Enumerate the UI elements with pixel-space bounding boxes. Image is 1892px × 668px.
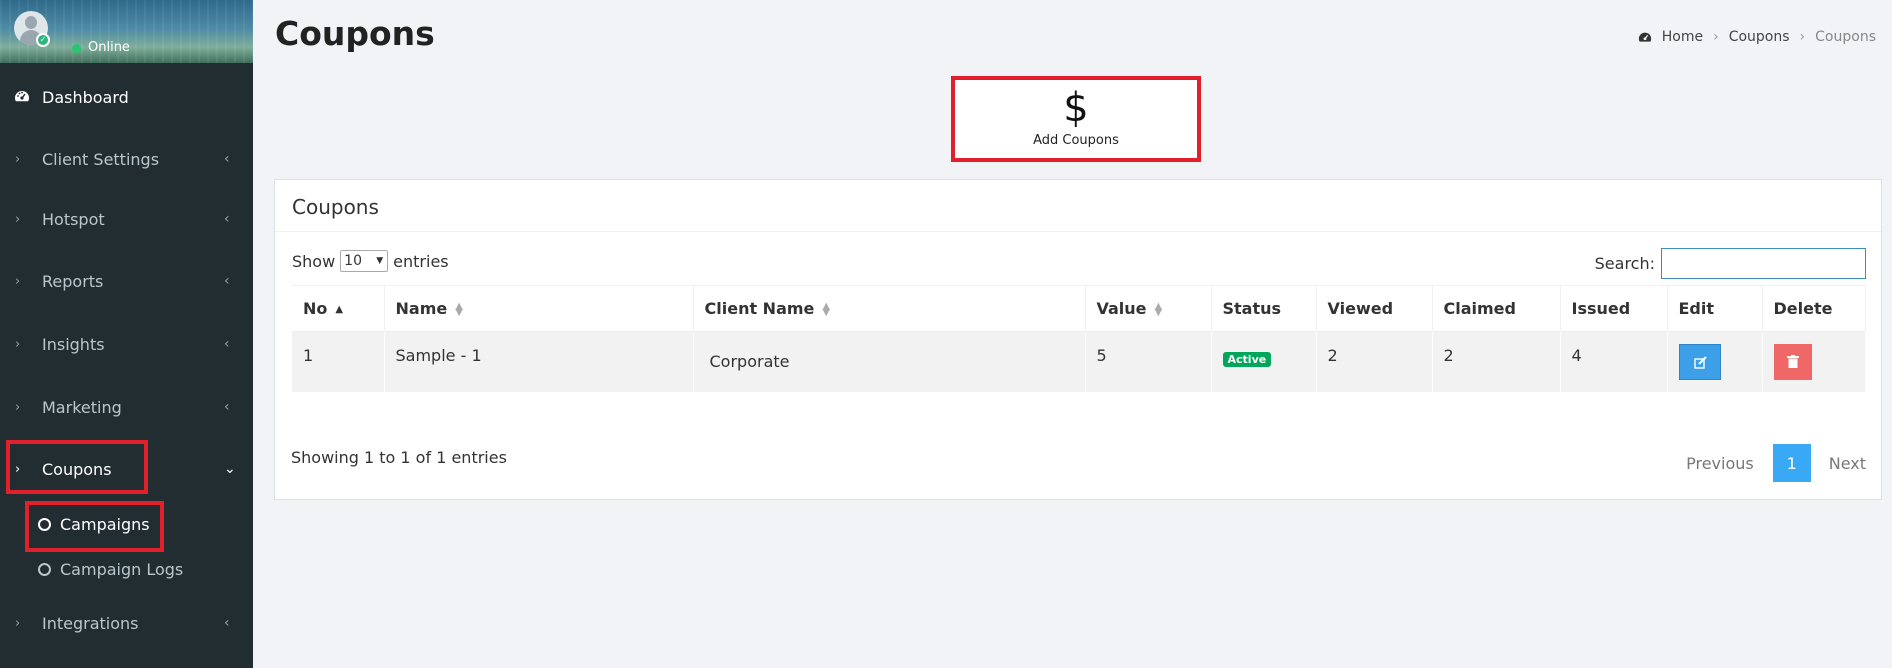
cell-value: 5 xyxy=(1085,331,1212,392)
sidebar-item-reports[interactable]: › Reports ‹ xyxy=(0,261,253,301)
highlight-box-add-coupons xyxy=(951,76,1201,162)
sort-icon: ▲ ▼ xyxy=(455,300,463,318)
angle-down-icon: ⌄ xyxy=(224,461,236,477)
delete-button[interactable] xyxy=(1773,343,1812,380)
previous-page-button[interactable]: Previous xyxy=(1686,454,1754,473)
angle-left-icon: ‹ xyxy=(224,336,230,352)
entries-length-value: 10 xyxy=(344,253,362,269)
show-label: Show xyxy=(292,251,336,271)
cell-issued: 4 xyxy=(1560,331,1668,392)
breadcrumb-home-link[interactable]: Home xyxy=(1662,29,1703,45)
sidebar-item-label: Dashboard xyxy=(42,87,129,107)
angle-left-icon: ‹ xyxy=(224,273,230,289)
column-header-value[interactable]: Value ▲ ▼ xyxy=(1085,285,1212,332)
column-header-client-name[interactable]: Client Name ▲ ▼ xyxy=(693,285,1086,332)
sidebar-item-label: Insights xyxy=(42,334,105,354)
sort-icon: ▲ ▼ xyxy=(1154,300,1163,318)
edit-icon xyxy=(1693,356,1707,369)
angle-left-icon: ‹ xyxy=(224,211,230,227)
pagination: Previous 1 Next xyxy=(1686,444,1866,482)
search-input[interactable] xyxy=(1661,248,1866,279)
cell-no: 1 xyxy=(292,331,385,392)
breadcrumb: Home › Coupons › Coupons xyxy=(1638,29,1876,45)
page-title: Coupons xyxy=(275,14,435,53)
column-header-claimed: Claimed xyxy=(1432,285,1561,332)
sidebar-subitem-campaign-logs[interactable]: Campaign Logs xyxy=(0,552,253,586)
sidebar-item-label: Hotspot xyxy=(42,209,105,229)
search-control: Search: xyxy=(1595,248,1866,279)
edit-button[interactable] xyxy=(1678,343,1721,380)
dashboard-gauge-icon xyxy=(1638,32,1651,42)
column-header-issued: Issued xyxy=(1560,285,1668,332)
panel-divider xyxy=(275,231,1881,232)
sidebar-item-label: Client Settings xyxy=(42,149,160,169)
online-status-text: Online xyxy=(88,40,130,55)
breadcrumb-coupons-link[interactable]: Coupons xyxy=(1729,29,1790,45)
page-1-button[interactable]: 1 xyxy=(1772,444,1811,482)
breadcrumb-separator-icon: › xyxy=(1799,29,1806,45)
coupons-table: No ▲ Name ▲ ▼ Client Name ▲ ▼ Value ▲ ▼ Status … xyxy=(292,285,1866,392)
chevron-right-icon: › xyxy=(15,211,21,227)
angle-left-icon: ‹ xyxy=(224,615,230,631)
sidebar: ✓ Online Dashboard › Client Settings ‹ ›… xyxy=(0,0,253,668)
cell-client-name: Corporate xyxy=(693,331,1086,392)
column-header-viewed: Viewed xyxy=(1316,285,1433,332)
angle-left-icon: ‹ xyxy=(224,399,230,415)
angle-left-icon: ‹ xyxy=(224,151,230,167)
sort-icon: ▲ ▼ xyxy=(822,300,831,318)
breadcrumb-current: Coupons xyxy=(1815,29,1876,45)
sidebar-item-integrations[interactable]: › Integrations ‹ xyxy=(0,603,253,643)
showing-entries-info: Showing 1 to 1 of 1 entries xyxy=(291,448,507,467)
caret-down-icon: ▼ xyxy=(376,256,384,266)
trash-icon xyxy=(1786,354,1799,368)
cell-delete xyxy=(1762,331,1866,392)
column-header-no[interactable]: No ▲ xyxy=(292,285,385,332)
dashboard-gauge-icon xyxy=(15,91,29,102)
sidebar-item-client-settings[interactable]: › Client Settings ‹ xyxy=(0,139,253,179)
entries-length-select[interactable]: 10 ▼ xyxy=(340,250,389,272)
sidebar-item-insights[interactable]: › Insights ‹ xyxy=(0,324,253,364)
panel-title: Coupons xyxy=(292,195,379,219)
cell-viewed: 2 xyxy=(1316,331,1433,392)
sidebar-item-marketing[interactable]: › Marketing ‹ xyxy=(0,387,253,427)
show-entries-control: Show 10 ▼ entries xyxy=(292,250,449,272)
cell-claimed: 2 xyxy=(1432,331,1561,392)
sort-asc-icon: ▲ xyxy=(335,303,344,315)
column-header-name[interactable]: Name ▲ ▼ xyxy=(384,285,694,332)
column-header-status: Status xyxy=(1211,285,1317,332)
column-header-edit: Edit xyxy=(1667,285,1763,332)
user-panel: ✓ Online xyxy=(0,0,253,63)
coupons-panel: Coupons Show 10 ▼ entries Search: No ▲ Na… xyxy=(274,179,1882,500)
sidebar-item-hotspot[interactable]: › Hotspot ‹ xyxy=(0,199,253,239)
sidebar-item-label: Integrations xyxy=(42,613,139,633)
breadcrumb-separator-icon: › xyxy=(1713,29,1719,45)
sidebar-item-label: Marketing xyxy=(42,397,122,417)
chevron-right-icon: › xyxy=(15,151,21,167)
column-header-delete: Delete xyxy=(1762,285,1866,332)
sidebar-subitem-label: Campaign Logs xyxy=(60,559,184,579)
chevron-right-icon: › xyxy=(15,399,21,415)
sidebar-item-label: Reports xyxy=(42,271,104,291)
next-page-button[interactable]: Next xyxy=(1829,454,1866,473)
table-header-row: No ▲ Name ▲ ▼ Client Name ▲ ▼ Value ▲ ▼ Status … xyxy=(292,285,1866,332)
sidebar-item-dashboard[interactable]: Dashboard xyxy=(0,77,253,117)
circle-icon xyxy=(38,562,51,576)
search-label: Search: xyxy=(1594,254,1655,273)
cell-status: Active xyxy=(1211,331,1317,392)
status-badge: Active xyxy=(1222,352,1272,367)
chevron-right-icon: › xyxy=(15,615,21,631)
cell-edit xyxy=(1667,331,1763,392)
online-status-dot xyxy=(72,44,81,53)
table-row: 1 Sample - 1 Corporate 5 Active 2 2 4 xyxy=(292,331,1866,392)
cell-name: Sample - 1 xyxy=(384,331,694,392)
highlight-box-campaigns xyxy=(25,501,164,552)
highlight-box-coupons xyxy=(6,440,148,494)
chevron-right-icon: › xyxy=(15,336,21,352)
entries-label: entries xyxy=(393,251,449,271)
chevron-right-icon: › xyxy=(15,273,21,289)
verified-check-icon: ✓ xyxy=(36,33,50,47)
